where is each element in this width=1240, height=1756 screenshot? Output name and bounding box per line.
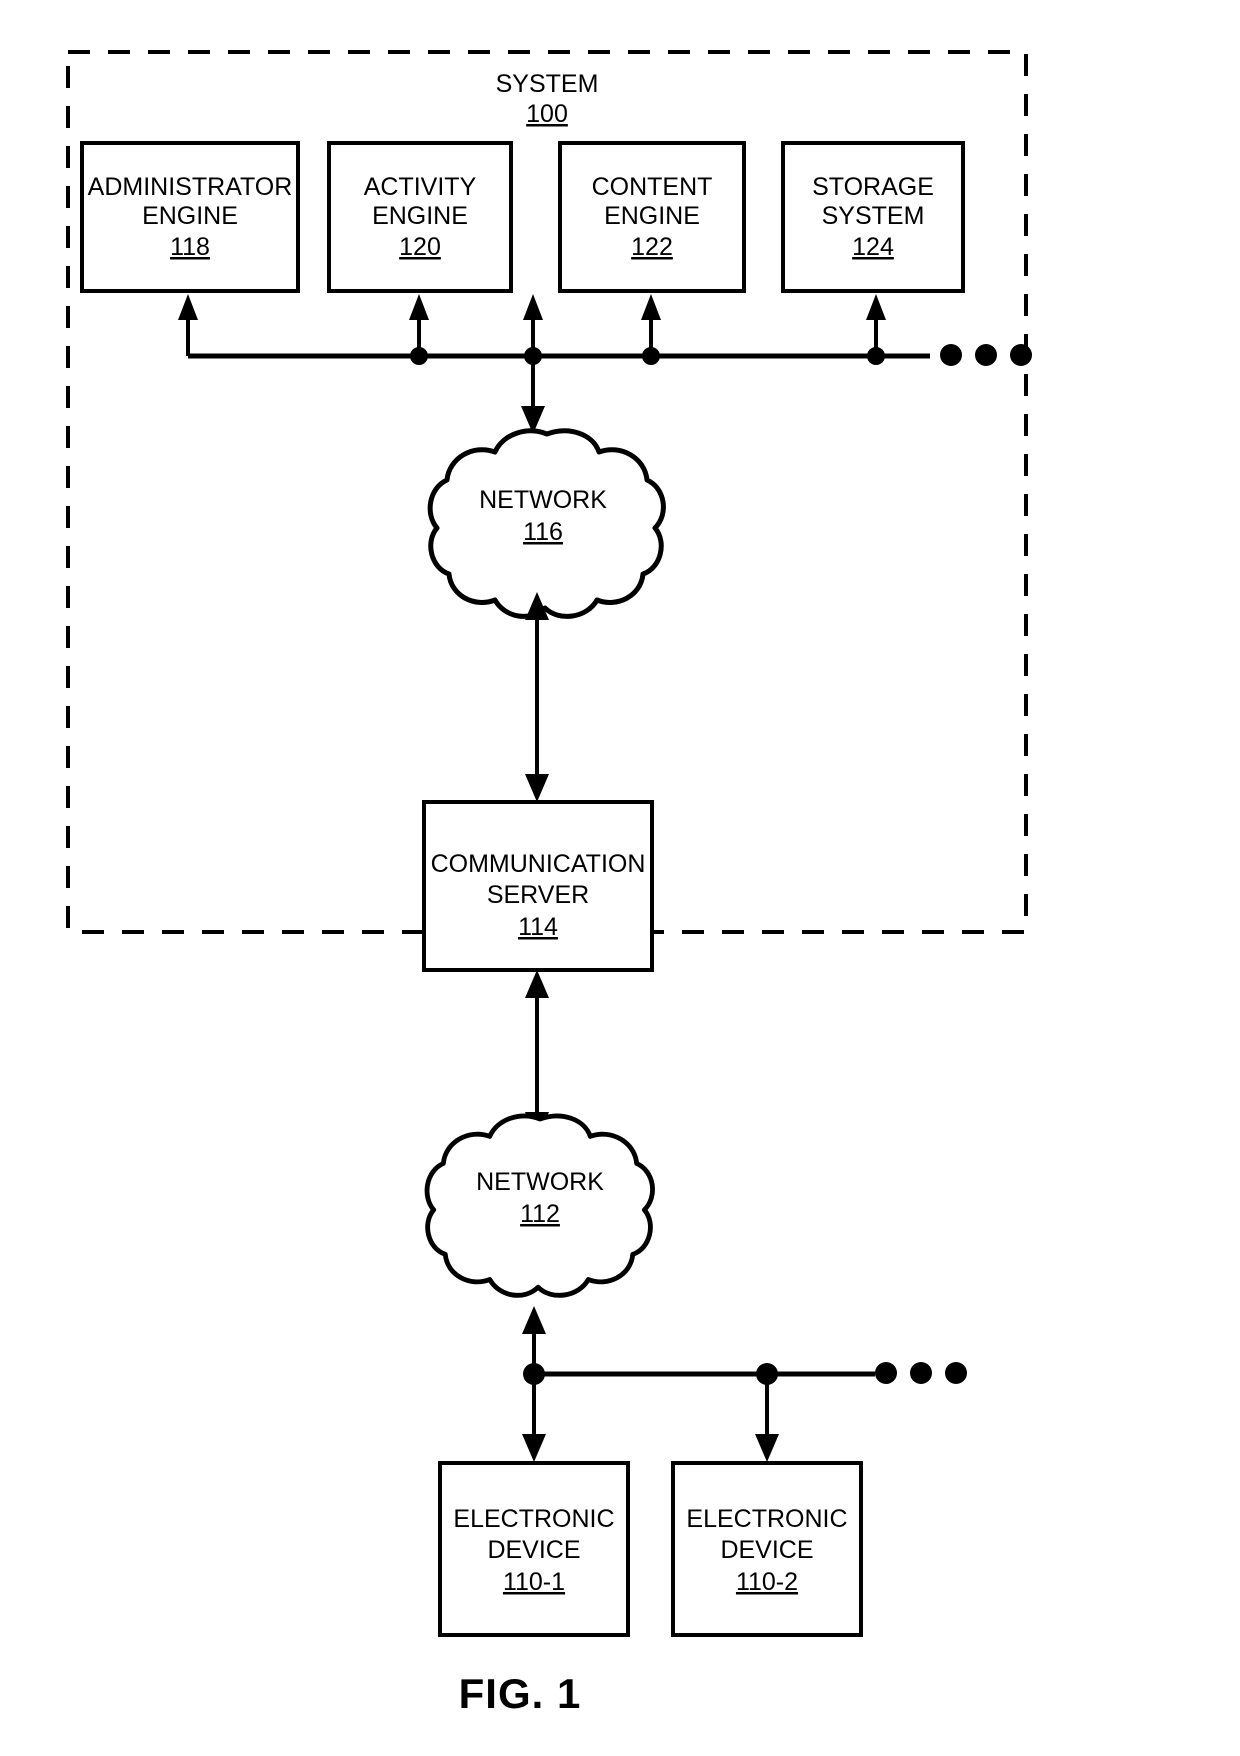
activity-engine-box[interactable]: ACTIVITY ENGINE 120: [327, 141, 513, 293]
bus-junction-content: [642, 347, 660, 365]
storage-system-ref: 124: [852, 233, 894, 261]
administrator-engine-arrowhead: [178, 294, 198, 320]
patent-figure: SYSTEM 100 ADMINISTRATOR ENGINE 118 ACTI…: [0, 0, 1240, 1756]
electronic-device-110-2-label-line1: ELECTRONIC: [686, 1505, 847, 1533]
content-engine-box[interactable]: CONTENT ENGINE 122: [558, 141, 746, 293]
communication-server-label-line1: COMMUNICATION: [431, 850, 646, 878]
content-engine-arrowhead: [641, 294, 661, 320]
system-architecture-diagram: SYSTEM 100 ADMINISTRATOR ENGINE 118 ACTI…: [66, 50, 1032, 1717]
network116-cloud[interactable]: NETWORK 116: [430, 431, 663, 617]
bus-junction-activity: [410, 347, 428, 365]
electronic-device-110-2-ref: 110-2: [736, 1568, 798, 1596]
content-engine-label-line1: CONTENT: [592, 173, 713, 201]
server-network112-arrowhead-up: [525, 970, 549, 998]
electronic-device-110-1-ref: 110-1: [503, 1568, 565, 1596]
communication-server-label-line2: SERVER: [487, 881, 589, 909]
network116-label: NETWORK: [479, 486, 607, 514]
system-ref: 100: [526, 100, 568, 128]
communication-server-ref: 114: [518, 913, 558, 941]
storage-system-label-line1: STORAGE: [812, 173, 934, 201]
system-title: SYSTEM: [496, 70, 599, 98]
storage-system-box[interactable]: STORAGE SYSTEM 124: [781, 141, 965, 293]
activity-engine-arrowhead: [409, 294, 429, 320]
device1-arrowhead-down: [522, 1434, 546, 1462]
storage-system-label-line2: SYSTEM: [822, 202, 925, 230]
administrator-engine-box[interactable]: ADMINISTRATOR ENGINE 118: [80, 141, 300, 293]
network112-ref: 112: [520, 1200, 560, 1228]
electronic-device-110-2-box[interactable]: ELECTRONIC DEVICE 110-2: [671, 1461, 863, 1637]
communication-server-box[interactable]: COMMUNICATION SERVER 114: [422, 800, 654, 972]
administrator-engine-label-line1: ADMINISTRATOR: [88, 173, 293, 201]
network112-cloud[interactable]: NETWORK 112: [427, 1116, 653, 1295]
administrator-engine-ref: 118: [170, 233, 210, 261]
electronic-device-110-2-label-line2: DEVICE: [720, 1536, 813, 1564]
administrator-engine-label-line2: ENGINE: [142, 202, 238, 230]
activity-engine-label-line1: ACTIVITY: [364, 173, 477, 201]
electronic-device-110-1-label-line2: DEVICE: [487, 1536, 580, 1564]
electronic-device-110-1-label-line1: ELECTRONIC: [453, 1505, 614, 1533]
network112-downlink-arrowhead-up: [522, 1306, 546, 1334]
upper-bus-ellipsis: [940, 344, 1032, 366]
lower-bus-ellipsis: [875, 1362, 967, 1384]
content-engine-ref: 122: [631, 233, 673, 261]
activity-engine-label-line2: ENGINE: [372, 202, 468, 230]
content-engine-label-line2: ENGINE: [604, 202, 700, 230]
storage-system-arrowhead: [866, 294, 886, 320]
network116-uplink-arrowhead: [523, 294, 543, 320]
device2-arrowhead-down: [755, 1434, 779, 1462]
network116-ref: 116: [523, 518, 563, 546]
electronic-device-110-1-box[interactable]: ELECTRONIC DEVICE 110-1: [438, 1461, 630, 1637]
bus-junction-storage: [867, 347, 885, 365]
network112-label: NETWORK: [476, 1168, 604, 1196]
figure-caption: FIG. 1: [459, 1670, 582, 1717]
network116-server-arrowhead-down: [525, 774, 549, 802]
activity-engine-ref: 120: [399, 233, 441, 261]
